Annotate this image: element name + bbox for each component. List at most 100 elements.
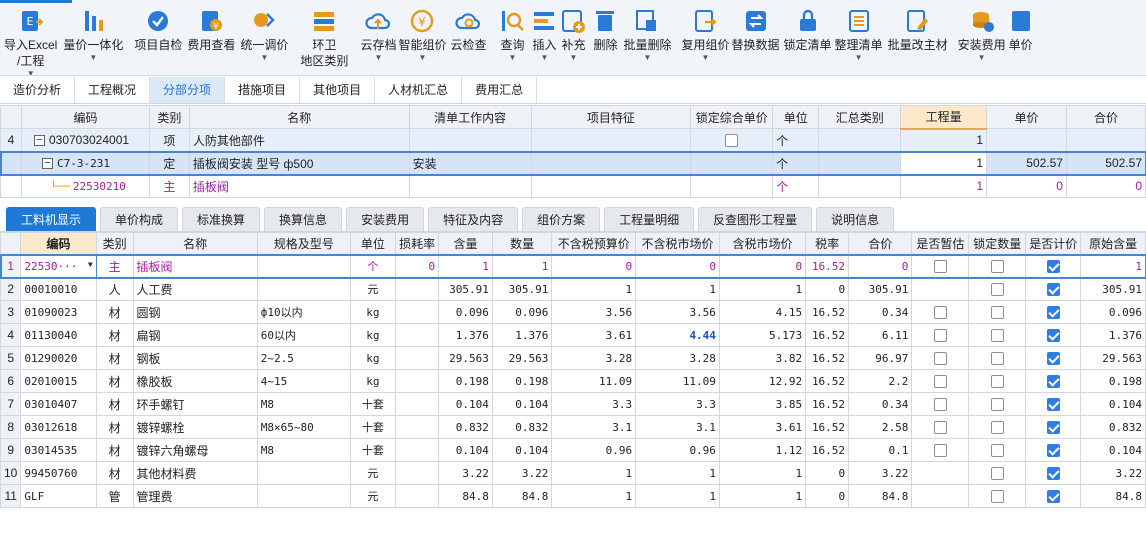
collapse-toggle-icon[interactable]: − [33,135,45,147]
resource-pre-market-cell[interactable]: 1 [635,277,720,301]
query-button[interactable]: 查询 ▼ [499,0,525,62]
lock-qty-checkbox[interactable] [990,421,1004,435]
resource-orig-cell[interactable]: 0.104 [1080,392,1146,416]
lock-qty-cell[interactable] [968,392,1027,416]
resource-row[interactable]: 8 03012618 材镀锌螺栓 M8×65~80 十套 0.832 0.832 3.1 3.1… [0,415,1146,439]
priced-cell[interactable] [1025,254,1082,278]
bill-feature-cell[interactable] [530,174,692,198]
sanitation-region-button[interactable]: 环卫 地区类别 [300,0,348,69]
priced-checkbox[interactable] [1046,490,1060,504]
resource-loss-cell[interactable] [395,323,440,347]
lock-qty-checkbox[interactable] [990,375,1004,389]
bill-work-cell[interactable]: 安装 [408,151,532,175]
lock-qty-cell[interactable] [968,346,1027,370]
priced-checkbox[interactable] [1046,375,1060,389]
resource-code-cell[interactable]: 22530··· ▼ [20,254,97,278]
provisional-cell[interactable] [911,346,970,370]
resource-pre-market-cell[interactable]: 3.1 [635,415,720,439]
provisional-checkbox[interactable] [933,421,947,435]
resource-column-header[interactable]: 含量 [438,232,493,255]
bill-type-cell[interactable]: 定 [148,151,190,175]
bill-row[interactable]: 4−030703024001 项人防其他部件个 1 [0,128,1146,152]
lock-qty-checkbox[interactable] [990,467,1004,481]
resource-code-cell[interactable]: 00010010 [20,277,97,301]
provisional-checkbox[interactable] [933,375,947,389]
priced-cell[interactable] [1025,323,1082,347]
resource-orig-cell[interactable]: 305.91 [1080,277,1146,301]
resource-type-cell[interactable]: 材 [95,392,134,416]
resource-tax-cell[interactable]: 0 [805,484,850,508]
resource-pre-budget-cell[interactable]: 1 [551,461,637,485]
resource-name-cell[interactable]: 扁钢 [132,323,258,347]
resource-loss-cell[interactable] [395,300,440,324]
collapse-toggle-icon[interactable]: − [41,158,53,170]
resource-row[interactable]: 4 01130040 材扁钢 60以内 kg 1.376 1.376 3.61 4.44 5.17… [0,323,1146,347]
provisional-checkbox[interactable] [933,352,947,366]
subtab-5[interactable]: 特征及内容 [428,207,519,231]
resource-type-cell[interactable]: 材 [95,346,134,370]
resource-content-cell[interactable]: 1.376 [438,323,493,347]
replace-data-button[interactable]: 替换数据 [732,0,780,53]
resource-spec-cell[interactable] [256,277,351,301]
tab-2[interactable]: 分部分项 [150,77,226,103]
priced-cell[interactable] [1025,461,1082,485]
resource-unit-cell[interactable]: 十套 [349,438,397,462]
tab-0[interactable]: 造价分析 [0,77,76,103]
resource-unit-cell[interactable]: 十套 [349,415,397,439]
resource-tax-cell[interactable]: 16.52 [805,323,850,347]
resource-tax-market-cell[interactable]: 3.61 [718,415,807,439]
resource-loss-cell[interactable] [395,277,440,301]
resource-unit-cell[interactable]: kg [349,300,397,324]
resource-tax-market-cell[interactable]: 1 [718,484,807,508]
subtab-3[interactable]: 换算信息 [264,207,343,231]
resource-type-cell[interactable]: 材 [95,369,134,393]
priced-checkbox[interactable] [1046,352,1060,366]
resource-spec-cell[interactable]: 4~15 [256,369,351,393]
resource-tax-market-cell[interactable]: 3.82 [718,346,807,370]
priced-checkbox[interactable] [1046,398,1060,412]
project-check-button[interactable]: 项目自检 [134,0,182,53]
resource-orig-cell[interactable]: 0.198 [1080,369,1146,393]
bill-feature-cell[interactable] [530,151,692,175]
lock-price-cell[interactable] [690,151,774,175]
resource-tax-market-cell[interactable]: 4.15 [718,300,807,324]
bill-name-cell[interactable]: 插板阀 [188,174,410,198]
resource-tax-market-cell[interactable]: 1 [718,277,807,301]
bill-column-header[interactable]: 锁定综合单价 [690,105,774,129]
resource-column-header[interactable]: 类别 [95,232,134,255]
subtab-7[interactable]: 工程量明细 [604,207,695,231]
insert-button[interactable]: 插入 ▼ [531,0,557,62]
priced-cell[interactable] [1025,346,1082,370]
resource-content-cell[interactable]: 3.22 [438,461,493,485]
bill-qty-cell[interactable]: 1 [900,174,988,198]
resource-pre-budget-cell[interactable]: 11.09 [551,369,637,393]
tab-5[interactable]: 人材机汇总 [375,77,463,103]
resource-spec-cell[interactable]: ф10以内 [256,300,351,324]
subtab-9[interactable]: 说明信息 [816,207,895,231]
resource-loss-cell[interactable] [395,392,440,416]
provisional-checkbox[interactable] [933,260,947,274]
bill-column-header[interactable]: 单价 [986,105,1067,129]
resource-name-cell[interactable]: 管理费 [132,484,258,508]
resource-name-cell[interactable]: 橡胶板 [132,369,258,393]
resource-total-cell[interactable]: 0.1 [848,438,913,462]
resource-unit-cell[interactable]: kg [349,346,397,370]
resource-loss-cell[interactable] [395,484,440,508]
resource-loss-cell[interactable] [395,415,440,439]
resource-qty-cell[interactable]: 0.832 [491,415,553,439]
bill-total-cell[interactable] [1065,128,1146,152]
resource-name-cell[interactable]: 插板阀 [132,254,258,278]
priced-checkbox[interactable] [1046,421,1060,435]
resource-qty-cell[interactable]: 1.376 [491,323,553,347]
resource-tax-cell[interactable]: 0 [805,277,850,301]
resource-pre-budget-cell[interactable]: 3.61 [551,323,637,347]
resource-code-cell[interactable]: 03014535 [20,438,97,462]
resource-code-cell[interactable]: 02010015 [20,369,97,393]
resource-orig-cell[interactable]: 0.832 [1080,415,1146,439]
provisional-cell[interactable] [911,369,970,393]
resource-orig-cell[interactable]: 0.096 [1080,300,1146,324]
priced-cell[interactable] [1025,484,1082,508]
bill-work-cell[interactable] [408,128,532,152]
subtab-0[interactable]: 工料机显示 [6,207,97,231]
resource-tax-cell[interactable]: 16.52 [805,415,850,439]
